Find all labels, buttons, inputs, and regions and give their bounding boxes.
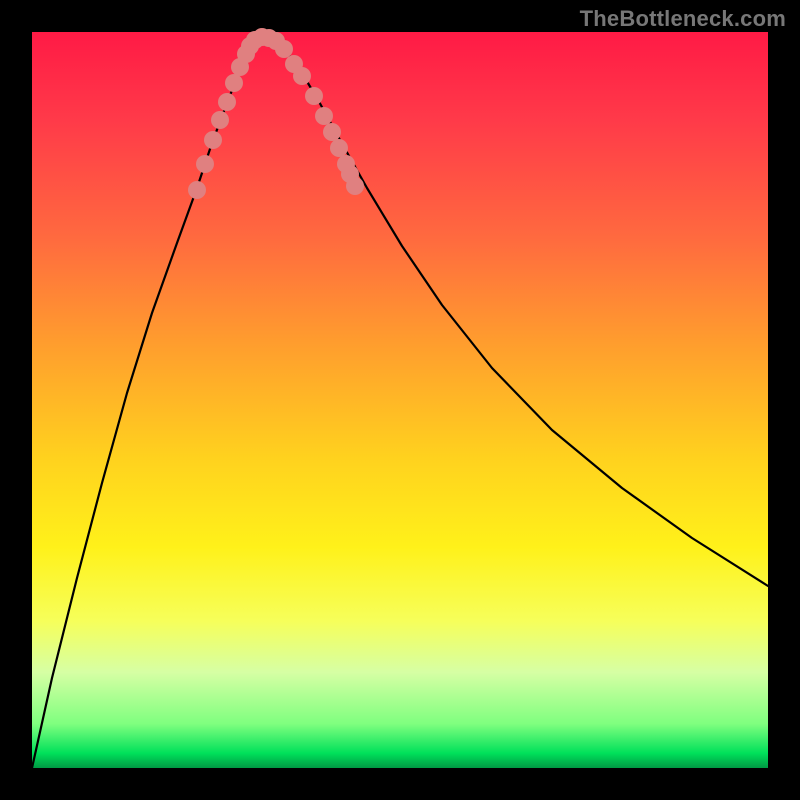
data-marker (225, 74, 243, 92)
data-marker (275, 40, 293, 58)
data-marker (293, 67, 311, 85)
data-marker (323, 123, 341, 141)
data-marker (305, 87, 323, 105)
bottleneck-curve (32, 37, 768, 768)
data-marker (315, 107, 333, 125)
watermark-text: TheBottleneck.com (580, 6, 786, 32)
data-marker (196, 155, 214, 173)
data-marker (188, 181, 206, 199)
chart-svg (32, 32, 768, 768)
data-marker (218, 93, 236, 111)
chart-frame: TheBottleneck.com (0, 0, 800, 800)
marker-group (188, 28, 364, 199)
data-marker (211, 111, 229, 129)
data-marker (204, 131, 222, 149)
plot-area (32, 32, 768, 768)
data-marker (346, 177, 364, 195)
curve-group (32, 37, 768, 768)
data-marker (330, 139, 348, 157)
